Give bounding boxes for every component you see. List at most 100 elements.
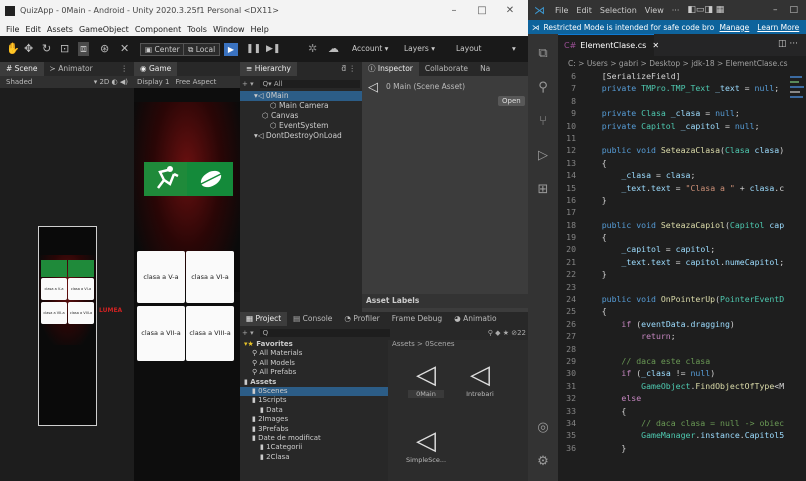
minimap[interactable] [790, 70, 806, 130]
minimize-button[interactable]: – [440, 4, 468, 18]
hierarchy-item[interactable]: ▾◁ DontDestroyOnLoad [240, 131, 362, 141]
shading-dropdown[interactable]: Shaded [0, 75, 38, 89]
hierarchy-item[interactable]: ⬡ Canvas [240, 111, 362, 121]
tab-hierarchy[interactable]: ≡ Hierarchy [240, 62, 297, 76]
scene-card-3[interactable]: clasa a VII-a [41, 302, 67, 324]
scene-menu-icon[interactable]: ⋮ [115, 62, 135, 76]
learn-more-link[interactable]: Learn More [757, 23, 799, 32]
tab-elementclase[interactable]: C# ElementClase.cs ✕ [558, 34, 659, 56]
open-button[interactable]: Open [498, 96, 525, 106]
card-clasa-vi[interactable]: clasa a VI-a [186, 251, 234, 303]
aspect-dropdown[interactable]: Free Aspect [172, 75, 219, 89]
project-tree-item[interactable]: ⚲ All Materials [240, 349, 388, 358]
layout-toggle-icons[interactable]: ◧▭◨ ▦ [687, 5, 724, 15]
menu-edit[interactable]: Edit [25, 25, 41, 34]
account-icon[interactable]: ◎ [534, 420, 552, 438]
runner-tile[interactable] [144, 162, 187, 196]
asset-simplescene[interactable]: ◁ SimpleSce... [404, 426, 448, 474]
scale-tool-icon[interactable]: ⊡ [60, 42, 69, 55]
hierarchy-search-input[interactable]: Q▾ All [259, 79, 360, 88]
project-tree-item[interactable]: ▮ 2Images [240, 415, 388, 424]
tab-animator[interactable]: ≻ Animator [44, 62, 99, 76]
extensions-icon[interactable]: ⊞ [534, 182, 552, 200]
tab-profiler[interactable]: ◔ Profiler [338, 312, 385, 326]
hierarchy-item[interactable]: ▾◁ 0Main [240, 91, 362, 101]
custom-tool-icon[interactable]: ✕ [120, 42, 129, 55]
tab-inspector[interactable]: ⓘ Inspector [362, 62, 419, 76]
scene-card-4[interactable]: clasa a VIII-a [68, 302, 94, 324]
display-dropdown[interactable]: Display 1 [134, 75, 172, 89]
project-tree-item[interactable]: ▮ Date de modificat [240, 434, 388, 443]
code-editor[interactable]: 6 [SerializeField] 7 private TMPro.TMP_Te… [558, 70, 806, 481]
menu-window[interactable]: Window [213, 25, 245, 34]
ball-tile[interactable] [187, 162, 233, 196]
project-tree-item[interactable]: ▮ 2Clasa [240, 453, 388, 462]
tab-collaborate[interactable]: Collaborate [419, 62, 474, 76]
menu-help[interactable]: Help [251, 25, 269, 34]
vs-menu-more[interactable]: ··· [672, 6, 680, 15]
project-tree-item[interactable]: ▮ Assets [240, 378, 388, 387]
rect-tool-icon[interactable]: ⧈ [78, 42, 89, 56]
scene-card-2[interactable]: clasa a VI-a [68, 278, 94, 300]
pause-button[interactable]: ❚❚ [246, 44, 261, 54]
close-button[interactable]: ✕ [496, 4, 524, 18]
card-clasa-v[interactable]: clasa a V-a [137, 251, 185, 303]
run-debug-icon[interactable]: ▷ [534, 148, 552, 166]
menu-gameobject[interactable]: GameObject [79, 25, 129, 34]
tab-scene[interactable]: # Scene [0, 62, 44, 76]
split-editor-icon[interactable]: ◫ ··· [778, 39, 798, 49]
pivot-center-toggle[interactable]: ▣ Center [140, 43, 185, 56]
scene-2d-toggle[interactable]: ▾ 2D ◐ ◀) [88, 75, 134, 89]
hierarchy-search[interactable]: + ▾ Q▾ All [242, 78, 360, 89]
rotate-tool-icon[interactable]: ↻ [42, 42, 51, 55]
vs-menu-view[interactable]: View [645, 6, 664, 15]
project-tree-item[interactable]: ▮ 1Scripts [240, 396, 388, 405]
tab-frame-debug[interactable]: Frame Debug [386, 312, 448, 326]
collab-icon[interactable]: ✲ [308, 42, 317, 55]
asset-0main[interactable]: ◁ 0Main [408, 360, 444, 408]
pivot-local-toggle[interactable]: ⧉ Local [183, 43, 221, 56]
hand-tool-icon[interactable]: ✋ [6, 42, 20, 55]
vs-minimize-button[interactable]: – [773, 5, 778, 15]
project-tree-item[interactable]: ▾★ Favorites [240, 340, 388, 349]
project-tree-item[interactable]: ▮ 0Scenes [240, 386, 388, 397]
layout-chevron-icon[interactable]: ▾ [512, 44, 516, 53]
cloud-icon[interactable]: ☁ [328, 42, 339, 55]
vs-menu-edit[interactable]: Edit [576, 6, 592, 15]
tab-animation[interactable]: ◕ Animatio [448, 312, 502, 326]
project-add-icon[interactable]: + ▾ [242, 329, 254, 337]
vs-maximize-button[interactable]: □ [789, 5, 798, 15]
project-tree-item[interactable]: ⚲ All Prefabs [240, 368, 388, 377]
project-search-input[interactable]: Q [259, 328, 390, 337]
manage-link[interactable]: Manage [720, 23, 750, 32]
project-tree-item[interactable]: ▮ 1Categorii [240, 443, 388, 452]
step-button[interactable]: ▶❚ [266, 44, 280, 54]
project-tree-item[interactable]: ▮ 3Prefabs [240, 425, 388, 434]
play-button[interactable]: ▶ [224, 43, 238, 56]
hierarchy-lock-icon[interactable]: ƌ ⋮ [335, 62, 362, 76]
card-clasa-vii[interactable]: clasa a VII-a [137, 306, 185, 361]
menu-component[interactable]: Component [135, 25, 181, 34]
account-dropdown[interactable]: Account ▾ [352, 44, 388, 53]
vs-menu-selection[interactable]: Selection [600, 6, 637, 15]
scene-card-1[interactable]: clasa a V-a [41, 278, 67, 300]
hierarchy-item[interactable]: ⬡ EventSystem [240, 121, 362, 131]
explorer-icon[interactable]: ⧉ [534, 46, 552, 64]
vs-menu-file[interactable]: File [555, 6, 568, 15]
project-filter-icons[interactable]: ⚲ ◆ ★ ⊘22 [488, 329, 526, 337]
layout-dropdown[interactable]: Layout [456, 44, 482, 53]
card-clasa-viii[interactable]: clasa a VIII-a [186, 306, 234, 361]
asset-labels-header[interactable]: Asset Labels [362, 294, 528, 308]
project-tree-item[interactable]: ⚲ All Models [240, 359, 388, 368]
project-tree-item[interactable]: ▮ Data [240, 406, 388, 415]
close-tab-icon[interactable]: ✕ [652, 41, 659, 50]
layers-dropdown[interactable]: Layers ▾ [404, 44, 435, 53]
source-control-icon[interactable]: ⑂ [534, 114, 552, 132]
tab-project[interactable]: ▦ Project [240, 312, 288, 326]
tab-game[interactable]: ◉ Game [134, 62, 178, 76]
maximize-button[interactable]: □ [468, 4, 496, 18]
hierarchy-item[interactable]: ⬡ Main Camera [240, 101, 362, 111]
menu-tools[interactable]: Tools [187, 25, 207, 34]
tab-navigation[interactable]: Na [474, 62, 496, 76]
file-breadcrumb[interactable]: C: > Users > gabri > Desktop > jdk-18 > … [558, 56, 806, 70]
